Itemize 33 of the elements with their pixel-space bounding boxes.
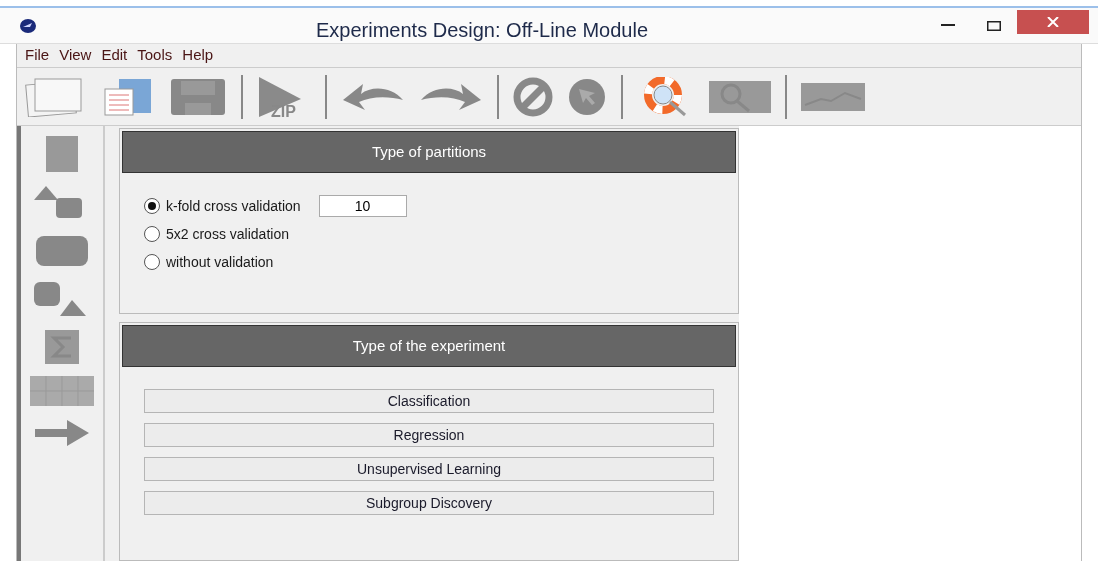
minimize-icon [941,24,955,27]
radio-label: 5x2 cross validation [166,224,289,244]
panel-header: Type of the experiment [122,325,736,367]
app-logo-icon [20,18,36,33]
radio-label: without validation [166,252,274,272]
chart-icon[interactable] [801,82,865,111]
close-icon [1047,17,1059,27]
search-icon[interactable] [709,80,771,113]
menu-item[interactable]: File [25,44,50,67]
menu-item[interactable]: Edit [101,44,128,67]
radio-button[interactable] [144,198,160,214]
panel-header: Type of partitions [122,131,736,173]
arrow-icon[interactable] [33,418,91,448]
experiment-type-button[interactable]: Regression [144,423,714,447]
radio-button[interactable] [144,254,160,270]
redo-icon[interactable] [419,81,483,112]
experiment-type-button[interactable]: Subgroup Discovery [144,491,714,515]
number-field[interactable]: 10 [318,195,407,217]
save-icon[interactable] [169,76,227,117]
cursor-icon[interactable] [567,76,607,117]
close-button[interactable] [1017,10,1089,34]
undo-icon[interactable] [341,81,405,112]
maximize-icon [987,20,1001,31]
prohibited-icon[interactable] [513,76,553,117]
experiment-type-button[interactable]: Classification [144,389,714,413]
menu-item[interactable]: View [59,44,92,67]
menu-item[interactable]: Tools [137,44,173,67]
radio-label: k-fold cross validation [166,196,301,216]
experiment-type-button[interactable]: Unsupervised Learning [144,457,714,481]
document-icon[interactable] [25,76,83,117]
radio-button[interactable] [144,226,160,242]
menu-item[interactable]: Help [182,44,214,67]
window-title: Experiments Design: Off-Line Module [316,18,648,43]
